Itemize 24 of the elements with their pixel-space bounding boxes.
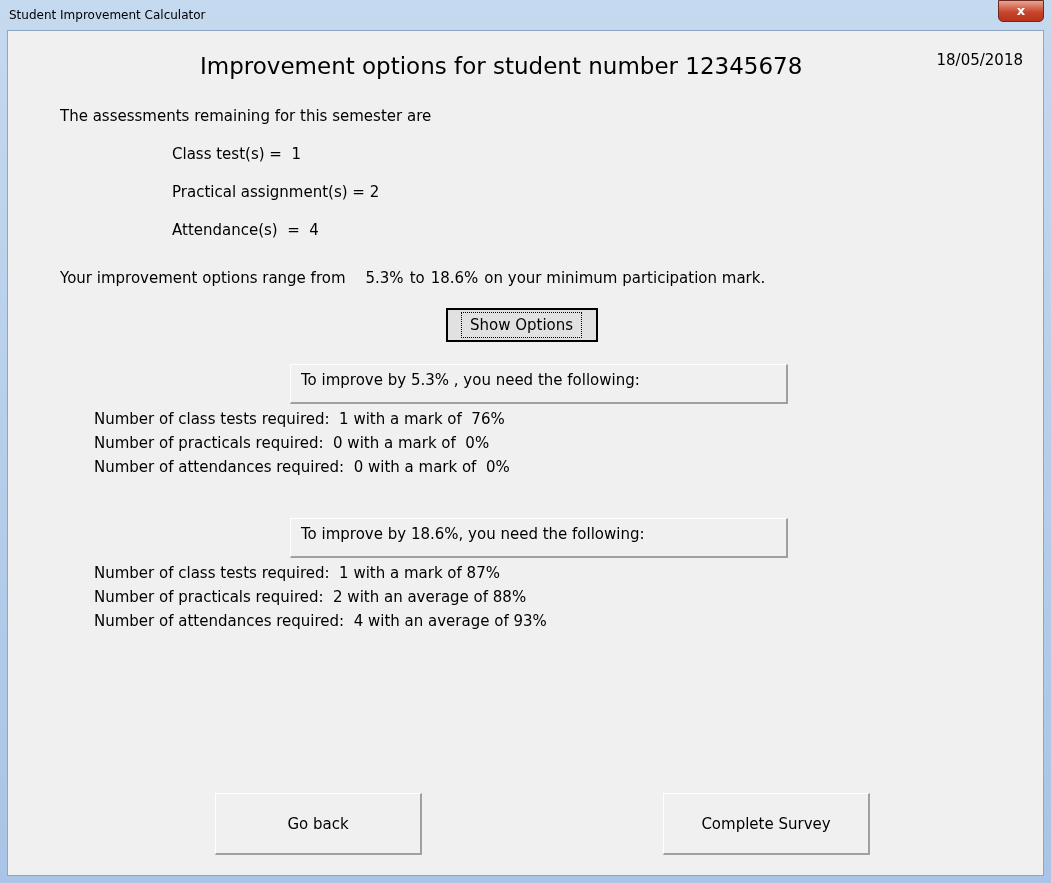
range-high-value: 18.6% <box>430 269 479 287</box>
show-options-button[interactable]: Show Options <box>445 308 598 342</box>
requirement-text: Number of practicals required: 0 with a mark of 0% <box>94 434 491 452</box>
range-to-text: to <box>409 269 425 287</box>
date-label: 18/05/2018 <box>936 51 1023 69</box>
requirement-text: Number of attendances required: 4 with an average of 93% <box>94 612 548 630</box>
page-heading: Improvement options for student number 12345678 <box>200 53 803 79</box>
intro-text: The assessments remaining for this semester are <box>60 107 433 125</box>
option-header: To improve by 18.6%, you need the following: <box>290 518 788 558</box>
option-header: To improve by 5.3% , you need the following: <box>290 364 788 404</box>
requirement-text: Number of attendances required: 0 with a mark of 0% <box>94 458 511 476</box>
go-back-button[interactable]: Go back <box>215 793 422 855</box>
close-button[interactable]: x <box>998 0 1044 22</box>
range-low-value: 5.3% <box>365 269 404 287</box>
complete-survey-button[interactable]: Complete Survey <box>663 793 870 855</box>
assessment-count: Attendance(s) = 4 <box>172 221 320 239</box>
window-title: Student Improvement Calculator <box>8 8 206 22</box>
requirement-text: Number of class tests required: 1 with a mark of 87% <box>94 564 501 582</box>
requirement-text: Number of class tests required: 1 with a mark of 76% <box>94 410 506 428</box>
assessment-count: Practical assignment(s) = 2 <box>172 183 381 201</box>
assessment-count: Class test(s) = 1 <box>172 145 302 163</box>
range-text: Your improvement options range from <box>60 269 346 287</box>
requirement-text: Number of practicals required: 2 with an average of 88% <box>94 588 528 606</box>
range-suffix-text: on your minimum participation mark. <box>484 269 766 287</box>
